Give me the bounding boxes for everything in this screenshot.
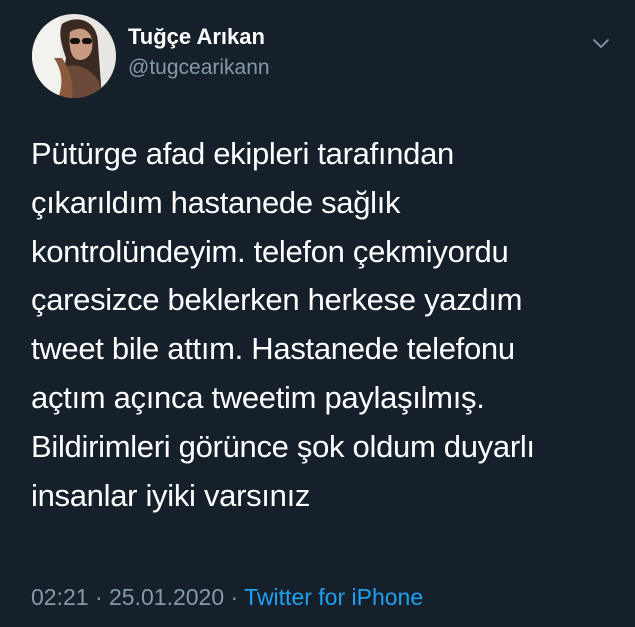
tweet-source-link[interactable]: Twitter for iPhone bbox=[244, 584, 423, 610]
tweet-metadata: 02:21 · 25.01.2020 · Twitter for iPhone bbox=[31, 584, 423, 611]
chevron-down-icon[interactable] bbox=[590, 32, 612, 54]
avatar[interactable] bbox=[32, 14, 116, 98]
tweet-line: çaresizce beklerken herkese yazdım bbox=[31, 282, 523, 318]
author-handle[interactable]: @tugcearikann bbox=[128, 56, 270, 80]
author-name[interactable]: Tuğçe Arıkan bbox=[128, 24, 265, 50]
tweet-body: Pütürge afad ekipleri tarafından çıkarıl… bbox=[31, 130, 616, 520]
meta-separator: · bbox=[224, 584, 245, 610]
tweet-line: açtım açınca tweetim paylaşılmış. bbox=[31, 379, 485, 415]
tweet-line: tweet bile attım. Hastanede telefonu bbox=[31, 331, 515, 367]
meta-separator: · bbox=[88, 584, 110, 610]
tweet-line: Bildirimleri görünce şok oldum duyarlı bbox=[31, 428, 535, 464]
tweet-time[interactable]: 02:21 bbox=[31, 584, 89, 610]
tweet-date[interactable]: 25.01.2020 bbox=[109, 584, 224, 610]
profile-photo-icon bbox=[32, 14, 116, 98]
tweet-line: Pütürge afad ekipleri tarafından bbox=[31, 136, 454, 171]
tweet-header: Tuğçe Arıkan @tugcearikann bbox=[32, 14, 612, 100]
tweet-line: insanlar iyiki varsınız bbox=[31, 477, 311, 513]
tweet-line: kontrolündeyim. telefon çekmiyordu bbox=[31, 233, 509, 269]
tweet-line: çıkarıldım hastanede sağlık bbox=[31, 184, 401, 220]
